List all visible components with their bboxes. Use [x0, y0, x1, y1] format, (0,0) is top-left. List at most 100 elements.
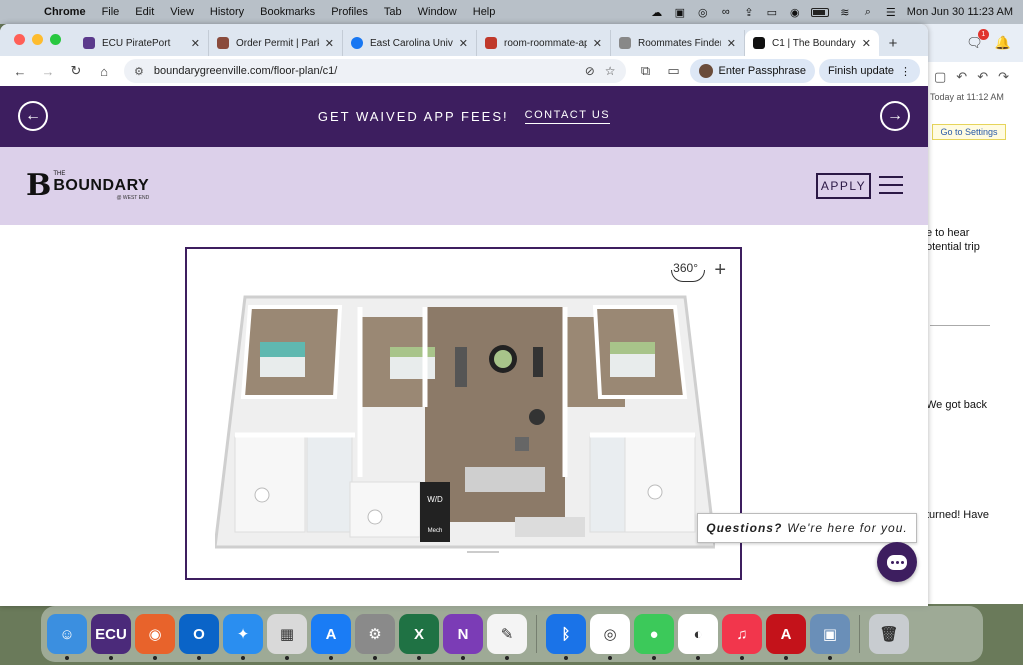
- new-tab-button[interactable]: +: [879, 30, 907, 56]
- banner-next-arrow-icon[interactable]: →: [880, 101, 910, 131]
- menu-help[interactable]: Help: [465, 6, 504, 18]
- house-favicon-icon: [485, 37, 497, 49]
- grammarly-icon[interactable]: ◎: [696, 6, 710, 19]
- reply-icon[interactable]: ↶: [956, 69, 967, 85]
- drag-handle[interactable]: [467, 551, 499, 553]
- menu-bar: Chrome File Edit View History Bookmarks …: [0, 0, 1023, 24]
- reload-icon[interactable]: ↻: [64, 59, 88, 83]
- back-icon[interactable]: ←: [8, 59, 32, 83]
- hamburger-menu-icon[interactable]: [879, 176, 903, 200]
- eye-off-icon[interactable]: ⊘: [585, 64, 595, 78]
- menu-edit[interactable]: Edit: [127, 6, 162, 18]
- url-text[interactable]: boundarygreenville.com/floor-plan/c1/: [154, 65, 575, 77]
- screen-icon[interactable]: ▣: [673, 6, 687, 19]
- boundary-logo[interactable]: B THE BOUNDARY @ WEST END: [26, 171, 149, 202]
- reply-all-icon[interactable]: ↶: [977, 69, 988, 85]
- tab-room-roommate[interactable]: room-roommate-apar ✕: [477, 30, 611, 56]
- view-360-icon[interactable]: 360°: [671, 261, 706, 282]
- forward-icon[interactable]: ↷: [998, 69, 1009, 85]
- close-tab-icon[interactable]: ✕: [862, 37, 871, 50]
- record-icon[interactable]: ◉: [788, 6, 802, 19]
- chat-button[interactable]: [877, 542, 917, 582]
- cloud-icon[interactable]: ☁: [650, 6, 664, 19]
- apply-button[interactable]: APPLY: [816, 173, 871, 199]
- close-tab-icon[interactable]: ✕: [593, 37, 602, 50]
- dock-preview-icon[interactable]: ▣: [810, 614, 850, 660]
- tab-title: C1 | The Boundary at: [772, 37, 856, 49]
- facebook-favicon-icon: [351, 37, 363, 49]
- bookmark-star-icon[interactable]: ☆: [605, 64, 616, 78]
- zoom-plus-icon[interactable]: +: [714, 259, 726, 282]
- dock-app-store-icon[interactable]: A: [311, 614, 351, 660]
- home-icon[interactable]: ⌂: [92, 59, 116, 83]
- dock-firefox-icon[interactable]: ◉: [135, 614, 175, 660]
- go-to-settings-button[interactable]: Go to Settings: [932, 124, 1006, 140]
- dock-ecu-icon[interactable]: ECU: [91, 614, 131, 660]
- dock-trash-icon[interactable]: 🗑: [869, 614, 909, 654]
- extensions-icon[interactable]: ⧉: [634, 59, 658, 83]
- tab-east-carolina[interactable]: East Carolina Univers ✕: [343, 30, 477, 56]
- chat-prompt[interactable]: Questions? We're here for you.: [697, 513, 917, 543]
- close-tab-icon[interactable]: ✕: [325, 37, 334, 50]
- menu-window[interactable]: Window: [410, 6, 465, 18]
- contact-us-link[interactable]: CONTACT US: [524, 109, 611, 124]
- close-tab-icon[interactable]: ✕: [191, 37, 200, 50]
- dock-onenote-icon[interactable]: N: [443, 614, 483, 660]
- cast-icon[interactable]: ▭: [662, 59, 686, 83]
- close-window-button[interactable]: [14, 34, 25, 45]
- address-bar[interactable]: ⚙ boundarygreenville.com/floor-plan/c1/ …: [124, 59, 626, 83]
- share-icon[interactable]: ⇪: [742, 6, 756, 19]
- tab-title: Roommates Finder, S: [638, 37, 721, 49]
- tab-title: room-roommate-apar: [504, 37, 587, 49]
- menu-tab[interactable]: Tab: [376, 6, 410, 18]
- close-tab-icon[interactable]: ✕: [459, 37, 468, 50]
- forward-icon[interactable]: →: [36, 59, 60, 83]
- dock-music-icon[interactable]: ♫: [722, 614, 762, 660]
- tab-order-permit[interactable]: Order Permit | Parking ✕: [209, 30, 343, 56]
- menu-app-name[interactable]: Chrome: [36, 6, 94, 18]
- dock-chrome-icon[interactable]: ◎: [590, 614, 630, 660]
- dock-settings-icon[interactable]: ⚙: [355, 614, 395, 660]
- tab-ecu-pirateport[interactable]: ECU PiratePort ✕: [75, 30, 209, 56]
- dock-textedit-icon[interactable]: ✎: [487, 614, 527, 660]
- dock-messages-icon[interactable]: ●: [634, 614, 674, 660]
- panel-icon[interactable]: ▢: [934, 69, 946, 85]
- site-info-icon[interactable]: ⚙: [134, 65, 144, 78]
- tab-the-boundary[interactable]: C1 | The Boundary at ✕: [745, 30, 879, 56]
- zoom-window-button[interactable]: [50, 34, 61, 45]
- dock-safari-icon[interactable]: ✦: [223, 614, 263, 660]
- kebab-menu-icon[interactable]: ⋮: [900, 65, 911, 78]
- dock-excel-icon[interactable]: X: [399, 614, 439, 660]
- banner-prev-arrow-icon[interactable]: ←: [18, 101, 48, 131]
- display-icon[interactable]: ▭: [765, 6, 779, 19]
- control-center-icon[interactable]: ☰: [884, 6, 898, 19]
- battery-icon[interactable]: [810, 7, 829, 17]
- tab-roommates-finder[interactable]: Roommates Finder, S ✕: [611, 30, 745, 56]
- minimize-window-button[interactable]: [32, 34, 43, 45]
- floor-plan-image[interactable]: W/D Mech: [215, 277, 715, 555]
- menu-history[interactable]: History: [202, 6, 252, 18]
- passphrase-button[interactable]: Enter Passphrase: [689, 59, 815, 83]
- promo-banner: ← GET WAIVED APP FEES! CONTACT US →: [0, 86, 928, 147]
- creative-cloud-icon[interactable]: ∞: [719, 6, 733, 18]
- wifi-icon[interactable]: ≋: [838, 6, 852, 19]
- menu-view[interactable]: View: [162, 6, 202, 18]
- dock-finder-icon[interactable]: ☺: [47, 614, 87, 660]
- notification-icon[interactable]: 🗨 1: [966, 29, 989, 51]
- chat-bubble-icon: [887, 554, 907, 570]
- tab-title: ECU PiratePort: [102, 37, 171, 49]
- dock-activity-icon[interactable]: ◐: [678, 614, 718, 660]
- finish-update-button[interactable]: Finish update ⋮: [818, 59, 920, 83]
- menu-profiles[interactable]: Profiles: [323, 6, 376, 18]
- menu-bookmarks[interactable]: Bookmarks: [252, 6, 323, 18]
- dock-launchpad-icon[interactable]: ▦: [267, 614, 307, 660]
- menubar-clock[interactable]: Mon Jun 30 11:23 AM: [907, 6, 1013, 18]
- mail-snippet: turned! Have: [926, 509, 989, 521]
- close-tab-icon[interactable]: ✕: [727, 37, 736, 50]
- spotlight-icon[interactable]: ⌕: [861, 6, 875, 18]
- menu-file[interactable]: File: [94, 6, 128, 18]
- dock-bluetooth-icon[interactable]: ᛒ: [546, 614, 586, 660]
- bell-icon[interactable]: 🔔: [995, 35, 1011, 51]
- dock-acrobat-icon[interactable]: A: [766, 614, 806, 660]
- dock-outlook-icon[interactable]: O: [179, 614, 219, 660]
